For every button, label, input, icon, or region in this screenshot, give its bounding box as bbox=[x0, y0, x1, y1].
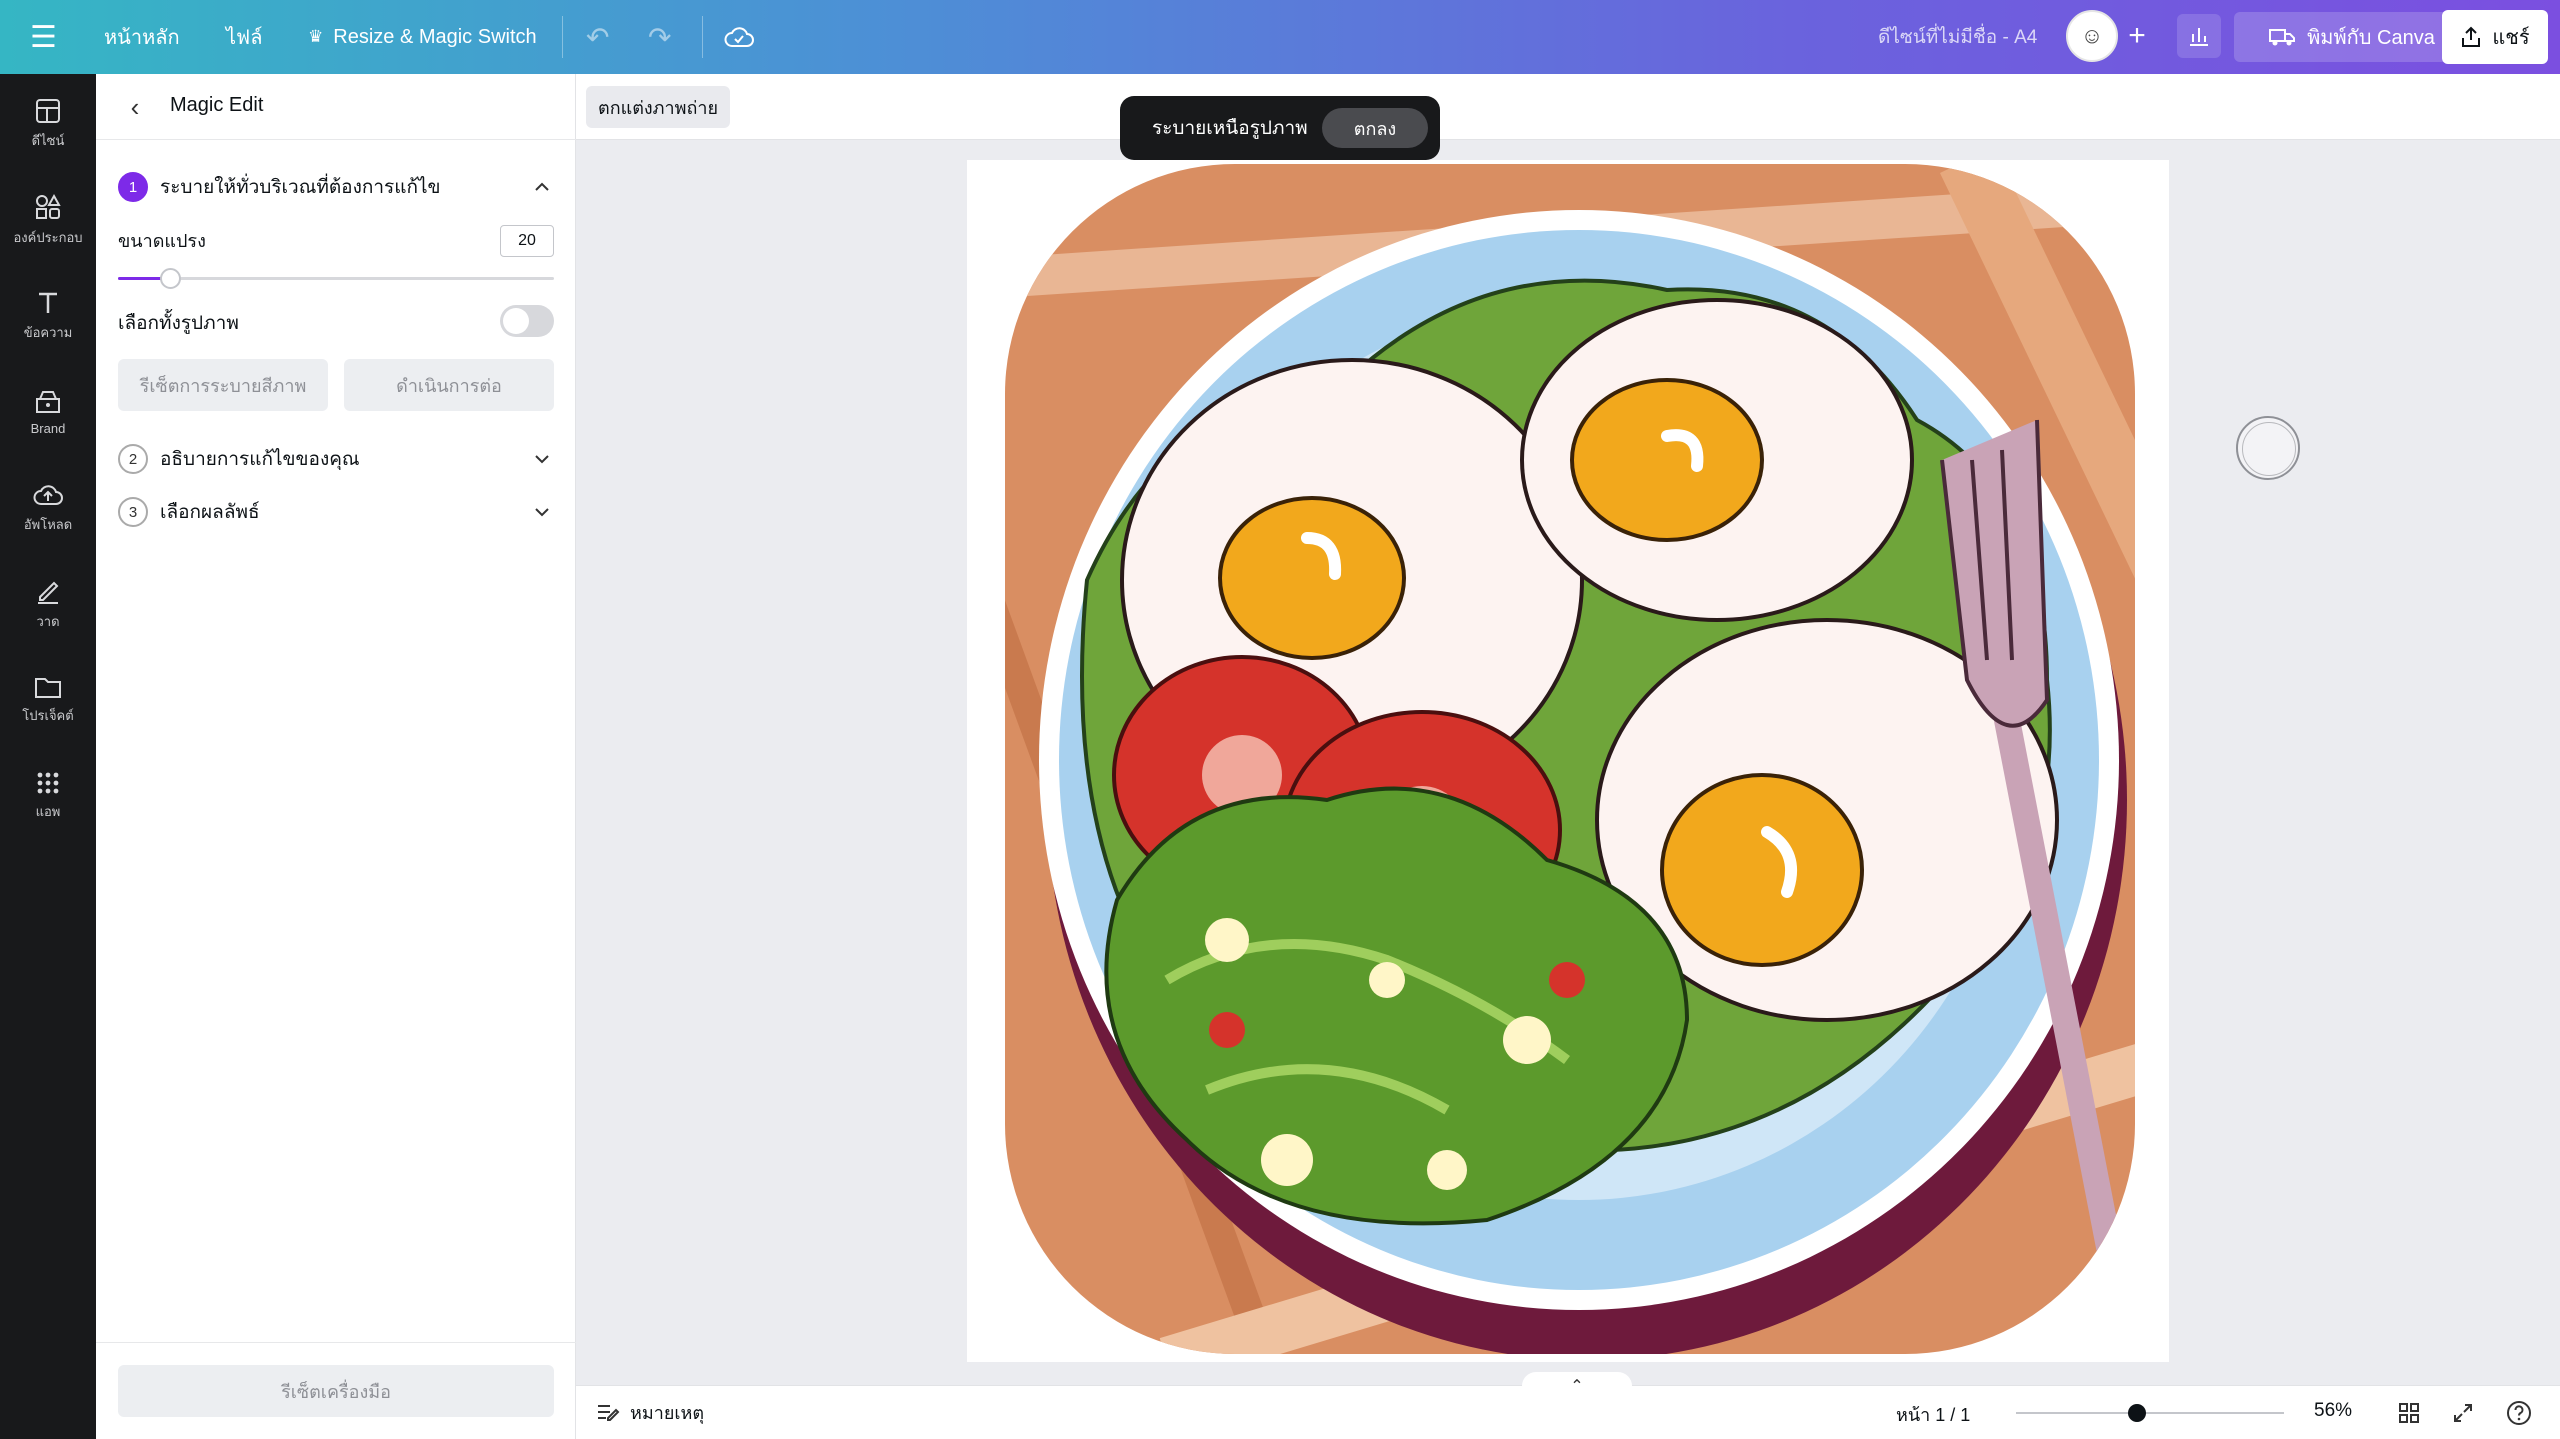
resize-button[interactable]: ♛ Resize & Magic Switch bbox=[308, 0, 537, 74]
rail-item-brand[interactable]: Brand bbox=[0, 372, 96, 452]
rail-item-design[interactable]: ดีไซน์ bbox=[0, 84, 96, 164]
document-title[interactable]: ดีไซน์ที่ไม่มีชื่อ - A4 bbox=[1878, 0, 2037, 74]
rail-item-apps[interactable]: แอพ bbox=[0, 756, 96, 836]
rail-label: วาด bbox=[36, 613, 60, 629]
slider-thumb[interactable] bbox=[160, 268, 182, 289]
zoom-thumb[interactable] bbox=[2127, 1404, 2146, 1422]
home-link[interactable]: หน้าหลัก bbox=[104, 0, 180, 74]
file-menu[interactable]: ไฟล์ bbox=[226, 0, 262, 74]
left-rail: ดีไซน์ องค์ประกอบ ข้อความ Brand อัพโหลด … bbox=[0, 74, 96, 1439]
text-icon bbox=[39, 292, 57, 313]
rail-label: ข้อความ bbox=[23, 324, 73, 340]
back-arrow-icon[interactable]: ‹ bbox=[118, 90, 152, 124]
notes-button[interactable]: หมายเหตุ bbox=[596, 1398, 704, 1427]
fullscreen-icon[interactable] bbox=[2448, 1398, 2478, 1428]
cloud-save-icon[interactable] bbox=[724, 0, 754, 74]
divider bbox=[702, 16, 703, 58]
rail-item-upload[interactable]: อัพโหลด bbox=[0, 468, 96, 548]
brush-cursor bbox=[2236, 416, 2300, 480]
hint-text: ระบายเหนือรูปภาพ bbox=[1152, 118, 1308, 139]
step-2-header[interactable]: 2 อธิบายการแก้ไขของคุณ bbox=[118, 439, 554, 479]
rail-item-elements[interactable]: องค์ประกอบ bbox=[0, 180, 96, 260]
notes-label: หมายเหตุ bbox=[630, 1403, 705, 1423]
notes-icon bbox=[598, 1404, 620, 1421]
panel-title: Magic Edit bbox=[170, 94, 264, 116]
step-number: 1 bbox=[118, 172, 148, 202]
step-label: ระบายให้ทั่วบริเวณที่ต้องการแก้ไข bbox=[160, 177, 441, 198]
divider bbox=[562, 16, 563, 58]
brand-icon bbox=[36, 390, 60, 413]
zoom-value[interactable]: 56% bbox=[2314, 1400, 2352, 1422]
step-number: 2 bbox=[118, 444, 148, 474]
rail-label: แอพ bbox=[35, 803, 61, 819]
chevron-up-icon[interactable]: ⌃ bbox=[1522, 1372, 1632, 1400]
resize-label: Resize & Magic Switch bbox=[333, 25, 537, 48]
salad-plate-image[interactable] bbox=[967, 160, 2169, 1362]
share-label: แชร์ bbox=[2492, 27, 2530, 49]
brush-hint-toast: ระบายเหนือรูปภาพ ตกลง bbox=[1120, 96, 1440, 160]
rail-item-projects[interactable]: โปรเจ็คต์ bbox=[0, 660, 96, 740]
analytics-icon[interactable] bbox=[2177, 14, 2221, 58]
edit-photo-button[interactable]: ตกแต่งภาพถ่าย bbox=[586, 86, 731, 128]
chevron-up-icon[interactable] bbox=[530, 175, 554, 199]
chevron-down-icon[interactable] bbox=[530, 500, 554, 524]
step-1-header[interactable]: 1 ระบายให้ทั่วบริเวณที่ต้องการแก้ไข bbox=[118, 167, 554, 207]
brush-size-input[interactable]: 20 bbox=[500, 225, 554, 257]
reset-tool-button[interactable]: รีเซ็ตเครื่องมือ bbox=[118, 1365, 554, 1417]
ok-button[interactable]: ตกลง bbox=[1322, 108, 1428, 148]
share-button[interactable]: แชร์ bbox=[2442, 10, 2548, 64]
reset-brush-button[interactable]: รีเซ็ตการระบายสีภาพ bbox=[118, 359, 328, 411]
menu-icon[interactable]: ☰ bbox=[30, 0, 57, 74]
top-bar: ☰ หน้าหลัก ไฟล์ ♛ Resize & Magic Switch … bbox=[0, 0, 2560, 74]
rail-label: องค์ประกอบ bbox=[13, 229, 83, 245]
add-collaborator-icon[interactable]: + bbox=[2120, 14, 2154, 58]
draw-icon bbox=[38, 581, 59, 604]
rail-item-text[interactable]: ข้อความ bbox=[0, 276, 96, 356]
step-label: เลือกผลลัพธ์ bbox=[160, 502, 260, 523]
upload-icon bbox=[33, 484, 63, 505]
zoom-slider[interactable] bbox=[2016, 1404, 2284, 1422]
crown-icon: ♛ bbox=[308, 27, 324, 46]
step-label: อธิบายการแก้ไขของคุณ bbox=[160, 449, 360, 470]
truck-icon bbox=[2269, 29, 2296, 46]
step-3-header[interactable]: 3 เลือกผลลัพธ์ bbox=[118, 492, 554, 532]
select-all-toggle[interactable] bbox=[500, 305, 554, 337]
help-icon[interactable] bbox=[2504, 1398, 2534, 1428]
grid-view-icon[interactable] bbox=[2394, 1398, 2424, 1428]
context-toolbar: ตกแต่งภาพถ่าย bbox=[576, 74, 2560, 140]
avatar[interactable]: ☺ bbox=[2066, 10, 2118, 62]
redo-icon[interactable]: ↷ bbox=[648, 0, 671, 74]
bottom-bar: ⌃ หมายเหตุ หน้า 1 / 1 56% bbox=[576, 1372, 2560, 1439]
chevron-down-icon[interactable] bbox=[530, 447, 554, 471]
brush-size-label: ขนาดแปรง bbox=[118, 231, 206, 251]
step-number: 3 bbox=[118, 497, 148, 527]
continue-button[interactable]: ดำเนินการต่อ bbox=[344, 359, 554, 411]
panel-header: ‹ Magic Edit bbox=[96, 74, 576, 140]
rail-label: โปรเจ็คต์ bbox=[22, 707, 74, 723]
rail-label: ดีไซน์ bbox=[31, 132, 65, 148]
folder-icon bbox=[35, 677, 61, 698]
rail-item-draw[interactable]: วาด bbox=[0, 564, 96, 644]
magic-edit-panel: ‹ Magic Edit 1 ระบายให้ทั่วบริเวณที่ต้อง… bbox=[96, 74, 576, 1439]
layout-icon bbox=[36, 98, 60, 123]
toggle-knob bbox=[503, 308, 529, 334]
print-label: พิมพ์กับ Canva bbox=[2307, 27, 2435, 49]
share-icon bbox=[2462, 26, 2481, 47]
design-page[interactable] bbox=[967, 160, 2169, 1362]
panel-footer: รีเซ็ตเครื่องมือ bbox=[96, 1342, 576, 1439]
rail-label: Brand bbox=[30, 420, 66, 436]
rail-label: อัพโหลด bbox=[23, 516, 73, 532]
brush-size-slider[interactable] bbox=[118, 268, 554, 289]
undo-icon[interactable]: ↶ bbox=[586, 0, 609, 74]
apps-icon bbox=[37, 772, 59, 793]
shapes-icon bbox=[36, 193, 61, 219]
print-with-canva-button[interactable]: พิมพ์กับ Canva bbox=[2234, 12, 2470, 62]
page-indicator[interactable]: หน้า 1 / 1 bbox=[1896, 1400, 1970, 1429]
select-all-label: เลือกทั้งรูปภาพ bbox=[118, 313, 239, 334]
